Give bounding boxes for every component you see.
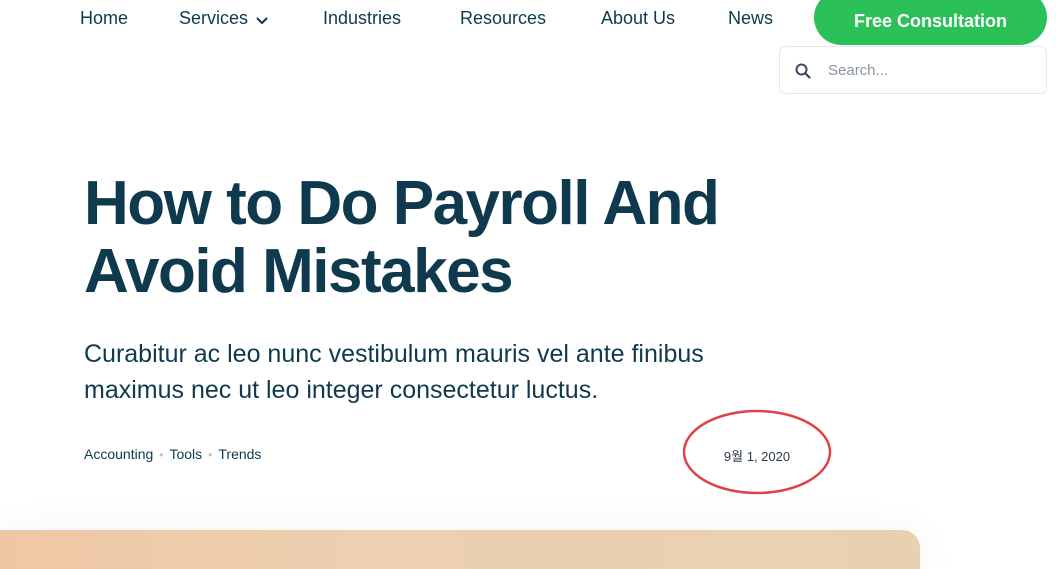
page-title: How to Do Payroll And Avoid Mistakes bbox=[84, 169, 720, 306]
tag-separator: • bbox=[208, 448, 213, 462]
tag-link-accounting[interactable]: Accounting bbox=[84, 446, 153, 462]
chevron-down-icon[interactable] bbox=[256, 9, 268, 30]
search-icon[interactable] bbox=[795, 63, 811, 84]
nav-item-news[interactable]: News bbox=[728, 8, 773, 29]
tag-separator: • bbox=[159, 448, 164, 462]
nav-item-services-label: Services bbox=[179, 8, 249, 28]
article-tags: Accounting • Tools • Trends bbox=[84, 446, 261, 462]
nav-item-about-us[interactable]: About Us bbox=[601, 8, 675, 29]
nav-item-home[interactable]: Home bbox=[80, 8, 128, 29]
post-date: 9월 1, 2020 bbox=[723, 449, 791, 464]
nav-item-services[interactable]: Services bbox=[179, 8, 268, 30]
nav-item-industries[interactable]: Industries bbox=[323, 8, 401, 29]
main-nav: Home Services Industries Resources About… bbox=[0, 0, 1056, 45]
featured-image bbox=[0, 530, 920, 569]
tag-link-tools[interactable]: Tools bbox=[169, 446, 202, 462]
search-box bbox=[779, 46, 1047, 94]
post-date-annotated: 9월 1, 2020 bbox=[683, 409, 833, 495]
nav-item-resources[interactable]: Resources bbox=[460, 8, 546, 29]
search-input[interactable] bbox=[826, 61, 1030, 80]
page: Home Services Industries Resources About… bbox=[0, 0, 1056, 569]
free-consultation-button[interactable]: Free Consultation bbox=[814, 0, 1047, 45]
tag-link-trends[interactable]: Trends bbox=[218, 446, 261, 462]
article-excerpt: Curabitur ac leo nunc vestibulum mauris … bbox=[84, 340, 704, 404]
